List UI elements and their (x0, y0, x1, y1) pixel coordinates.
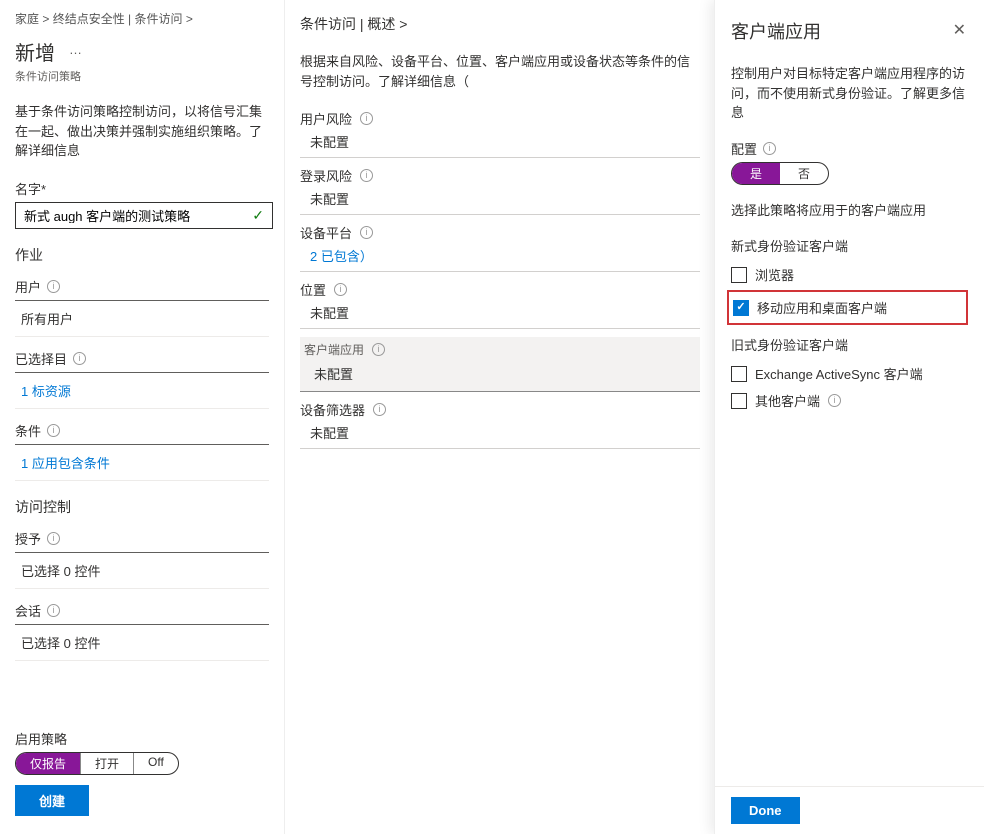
browser-checkbox[interactable] (731, 267, 747, 283)
toggle-report[interactable]: 仅报告 (16, 753, 80, 774)
conditions-value[interactable]: 1 应用包含条件 (15, 449, 269, 481)
breadcrumb[interactable]: 家庭 > 终结点安全性 | 条件访问 > (15, 10, 269, 27)
session-value[interactable]: 已选择 0 控件 (15, 629, 269, 661)
signin-risk-label[interactable]: 登录风险 i (300, 166, 700, 187)
exchange-checkbox[interactable] (731, 366, 747, 382)
modern-auth-title: 新式身份验证客户端 (731, 236, 968, 255)
info-icon[interactable]: i (828, 394, 841, 407)
info-icon[interactable]: i (372, 343, 385, 356)
users-value[interactable]: 所有用户 (15, 305, 269, 337)
enable-policy-toggle[interactable]: 仅报告 打开 Off (15, 752, 179, 775)
client-apps-panel: 客户端应用 ✕ 控制用户对目标特定客户端应用程序的访问，而不使用新式身份验证。了… (714, 0, 984, 834)
access-controls-heading: 访问控制 (15, 497, 269, 517)
toggle-on[interactable]: 打开 (80, 753, 134, 774)
info-icon[interactable]: i (334, 283, 347, 296)
targets-label[interactable]: 已选择目 i (15, 349, 269, 373)
col2-desc: 根据来自风险、设备平台、位置、客户端应用或设备状态等条件的信号控制访问。了解详细… (300, 52, 700, 91)
device-platform-label[interactable]: 设备平台 i (300, 223, 700, 244)
grant-label[interactable]: 授予 i (15, 529, 269, 553)
info-icon[interactable]: i (763, 142, 776, 155)
description: 基于条件访问策略控制访问，以将信号汇集在一起、做出决策并强制实施组织策略。了解详… (15, 102, 269, 161)
highlight-box: 移动应用和桌面客户端 (727, 290, 968, 325)
client-apps-value[interactable]: 未配置 (300, 360, 700, 392)
info-icon[interactable]: i (360, 169, 373, 182)
breadcrumb-home[interactable]: 家庭 (15, 12, 39, 26)
info-icon[interactable]: i (73, 352, 86, 365)
legacy-auth-title: 旧式身份验证客户端 (731, 335, 968, 354)
page-title: 新增 (15, 37, 55, 66)
info-icon[interactable]: i (47, 424, 60, 437)
breadcrumb-condaccess[interactable]: 条件访问 (135, 12, 183, 26)
page-subtitle: 条件访问策略 (15, 68, 269, 84)
exchange-row[interactable]: Exchange ActiveSync 客户端 (731, 360, 968, 387)
mobile-desktop-row[interactable]: 移动应用和桌面客户端 (733, 294, 962, 321)
signin-risk-value[interactable]: 未配置 (300, 187, 700, 215)
device-filter-value[interactable]: 未配置 (300, 421, 700, 449)
session-label[interactable]: 会话 i (15, 601, 269, 625)
other-clients-row[interactable]: 其他客户端 i (731, 387, 968, 414)
panel-desc: 控制用户对目标特定客户端应用程序的访问，而不使用新式身份验证。了解更多信息 (731, 64, 968, 123)
more-icon[interactable]: … (63, 42, 88, 57)
configure-label: 配置 i (731, 139, 968, 158)
conditions-label[interactable]: 条件 i (15, 421, 269, 445)
name-input[interactable] (24, 208, 252, 223)
create-button[interactable]: 创建 (15, 785, 89, 816)
info-icon[interactable]: i (373, 403, 386, 416)
toggle-off[interactable]: Off (134, 753, 178, 774)
col2-title[interactable]: 条件访问 | 概述 > (300, 14, 700, 34)
breadcrumb-endpoint[interactable]: 终结点安全性 (53, 12, 125, 26)
info-icon[interactable]: i (47, 280, 60, 293)
exchange-label: Exchange ActiveSync 客户端 (755, 364, 923, 383)
info-icon[interactable]: i (360, 226, 373, 239)
grant-value[interactable]: 已选择 0 控件 (15, 557, 269, 589)
browser-row[interactable]: 浏览器 (731, 261, 968, 288)
toggle-no[interactable]: 否 (780, 163, 828, 184)
locations-label[interactable]: 位置 i (300, 280, 700, 301)
other-clients-checkbox[interactable] (731, 393, 747, 409)
user-risk-label[interactable]: 用户风险 i (300, 109, 700, 130)
browser-label: 浏览器 (755, 265, 794, 284)
done-button[interactable]: Done (731, 797, 800, 824)
close-icon[interactable]: ✕ (951, 18, 968, 42)
enable-policy-label: 启用策略 (15, 729, 269, 748)
targets-value[interactable]: 1 标资源 (15, 377, 269, 409)
locations-value[interactable]: 未配置 (300, 301, 700, 329)
panel-title: 客户端应用 (731, 18, 821, 44)
info-icon[interactable]: i (360, 112, 373, 125)
configure-toggle[interactable]: 是 否 (731, 162, 829, 185)
user-risk-value[interactable]: 未配置 (300, 130, 700, 158)
info-icon[interactable]: i (47, 532, 60, 545)
select-desc: 选择此策略将应用于的客户端应用 (731, 201, 968, 221)
info-icon[interactable]: i (47, 604, 60, 617)
device-filter-label[interactable]: 设备筛选器 i (300, 400, 700, 421)
mobile-desktop-checkbox[interactable] (733, 300, 749, 316)
assignments-heading: 作业 (15, 245, 269, 265)
toggle-yes[interactable]: 是 (732, 163, 780, 184)
device-platform-value[interactable]: 2 已包含） (300, 244, 700, 272)
check-icon: ✓ (252, 207, 264, 224)
other-clients-label: 其他客户端 (755, 391, 820, 410)
name-input-wrap[interactable]: ✓ (15, 202, 273, 229)
client-apps-label[interactable]: 客户端应用 i (300, 337, 700, 360)
name-label: 名字* (15, 179, 269, 198)
mobile-desktop-label: 移动应用和桌面客户端 (757, 298, 887, 317)
users-label[interactable]: 用户 i (15, 277, 269, 301)
